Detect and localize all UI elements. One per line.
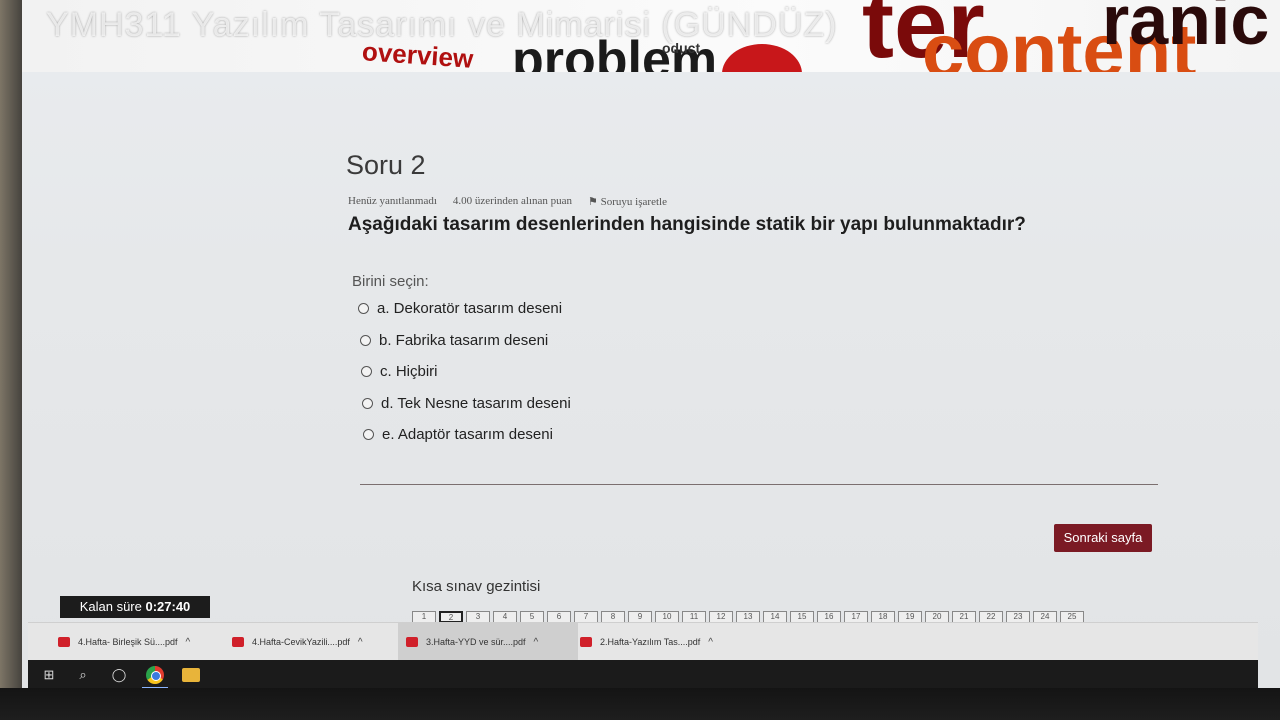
time-left-label: Kalan süre bbox=[79, 599, 146, 614]
answer-option-d[interactable]: d. Tek Nesne tasarım deseni bbox=[362, 395, 571, 412]
pdf-file-icon bbox=[58, 637, 70, 647]
pdf-file-icon bbox=[580, 637, 592, 647]
cortana-icon[interactable]: ◯ bbox=[110, 666, 128, 684]
course-title[interactable]: YMH311 Yazılım Tasarımı ve Mimarisi (GÜN… bbox=[46, 6, 837, 45]
course-banner: overview problem ter content ranic oduct… bbox=[22, 0, 1280, 72]
time-left: Kalan süre 0:27:40 bbox=[60, 596, 210, 618]
banner-decoration bbox=[722, 44, 802, 72]
question-status: Henüz yanıtlanmadı bbox=[348, 195, 437, 207]
monitor-bezel-bottom bbox=[0, 688, 1280, 720]
download-filename: 3.Hafta-YYD ve sür....pdf bbox=[426, 637, 526, 647]
chevron-up-icon[interactable]: ^ bbox=[708, 637, 713, 648]
question-heading: Soru 2 bbox=[346, 150, 426, 180]
question-text: Aşağıdaki tasarım desenlerinden hangisin… bbox=[348, 214, 1026, 235]
answer-option-label: b. Fabrika tasarım deseni bbox=[379, 332, 549, 349]
answer-option-c[interactable]: c. Hiçbiri bbox=[361, 363, 438, 380]
answer-option-a[interactable]: a. Dekoratör tasarım deseni bbox=[358, 300, 562, 317]
answer-option-b[interactable]: b. Fabrika tasarım deseni bbox=[360, 332, 548, 349]
radio-button[interactable] bbox=[358, 303, 369, 314]
download-item[interactable]: 4.Hafta- Birleşik Sü....pdf ^ bbox=[58, 623, 218, 661]
time-left-value: 0:27:40 bbox=[145, 599, 191, 614]
answer-option-label: c. Hiçbiri bbox=[380, 363, 438, 380]
answer-option-label: a. Dekoratör tasarım deseni bbox=[377, 300, 563, 317]
flag-icon: ⚑ bbox=[588, 196, 601, 208]
flag-question-link[interactable]: ⚑ Soruyu işaretle bbox=[588, 195, 667, 208]
question-points: 4.00 üzerinden alınan puan bbox=[452, 195, 573, 207]
answer-option-label: e. Adaptör tasarım deseni bbox=[382, 426, 553, 443]
download-item[interactable]: 3.Hafta-YYD ve sür....pdf ^ bbox=[398, 623, 578, 661]
quiz-navigation-title: Kısa sınav gezintisi bbox=[412, 578, 541, 595]
download-item[interactable]: 4.Hafta-CevikYazili....pdf ^ bbox=[232, 623, 392, 661]
radio-button[interactable] bbox=[363, 429, 374, 440]
download-filename: 2.Hafta-Yazılım Tas....pdf bbox=[600, 637, 701, 647]
chevron-up-icon[interactable]: ^ bbox=[534, 637, 539, 648]
download-filename: 4.Hafta-CevikYazili....pdf bbox=[252, 637, 350, 647]
download-filename: 4.Hafta- Birleşik Sü....pdf bbox=[78, 637, 178, 647]
answer-option-e[interactable]: e. Adaptör tasarım deseni bbox=[363, 426, 553, 443]
choose-label: Birini seçin: bbox=[352, 273, 429, 290]
question-meta: Henüz yanıtlanmadı 4.00 üzerinden alınan… bbox=[348, 195, 667, 208]
radio-button[interactable] bbox=[362, 398, 373, 409]
pdf-file-icon bbox=[406, 637, 418, 647]
windows-taskbar: ⊞ ⌕ ◯ bbox=[28, 660, 1258, 690]
windows-start-icon[interactable]: ⊞ bbox=[40, 666, 58, 684]
section-divider bbox=[360, 484, 1158, 485]
radio-button[interactable] bbox=[360, 335, 371, 346]
flag-label: Soruyu işaretle bbox=[600, 196, 667, 208]
next-page-button[interactable]: Sonraki sayfa bbox=[1054, 524, 1152, 552]
chrome-icon[interactable] bbox=[146, 666, 164, 684]
chevron-up-icon[interactable]: ^ bbox=[358, 637, 363, 648]
pdf-file-icon bbox=[232, 637, 244, 647]
browser-screen: overview problem ter content ranic oduct… bbox=[22, 0, 1280, 690]
answer-option-label: d. Tek Nesne tasarım deseni bbox=[381, 395, 571, 412]
search-icon[interactable]: ⌕ bbox=[74, 666, 92, 684]
chevron-up-icon[interactable]: ^ bbox=[186, 637, 191, 648]
download-item[interactable]: 2.Hafta-Yazılım Tas....pdf ^ bbox=[580, 623, 740, 661]
radio-button[interactable] bbox=[361, 366, 372, 377]
file-explorer-icon[interactable] bbox=[182, 668, 200, 682]
banner-word: ranic bbox=[1102, 0, 1270, 59]
downloads-bar: 4.Hafta- Birleşik Sü....pdf ^ 4.Hafta-Ce… bbox=[28, 622, 1258, 661]
